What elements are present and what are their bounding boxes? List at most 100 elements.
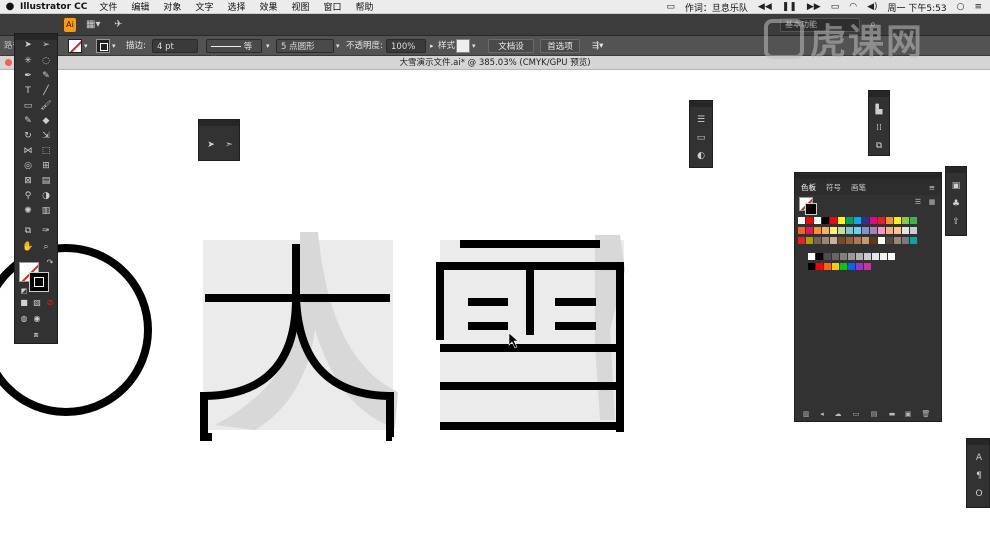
color-swatch[interactable]: [814, 217, 821, 224]
color-swatch[interactable]: [824, 263, 831, 270]
symbols-icon[interactable]: ♣: [949, 197, 963, 211]
floating-direct-select-icon[interactable]: ➣: [222, 138, 236, 152]
color-swatch[interactable]: [886, 237, 893, 244]
color-swatch[interactable]: [910, 237, 917, 244]
magic-wand-icon[interactable]: ✳: [21, 54, 35, 68]
color-swatch[interactable]: [814, 227, 821, 234]
color-swatch[interactable]: [902, 227, 909, 234]
tab-swatches[interactable]: 色板: [801, 182, 816, 193]
color-swatch[interactable]: [832, 253, 839, 260]
zoom-icon[interactable]: ⌕: [39, 240, 53, 254]
list-view-icon[interactable]: ☰: [913, 197, 923, 207]
paragraph-icon[interactable]: ¶: [972, 469, 986, 483]
selection-tool-icon[interactable]: ➤: [21, 38, 35, 52]
none-mode-icon[interactable]: ⊘: [43, 296, 57, 310]
screen-mode-icon[interactable]: ⧈: [29, 328, 43, 342]
stroke-color-box[interactable]: [29, 272, 49, 292]
color-swatch[interactable]: [808, 263, 815, 270]
mesh-icon[interactable]: ⊠: [21, 174, 35, 188]
blend-icon[interactable]: ◑: [39, 189, 53, 203]
color-swatch[interactable]: [894, 237, 901, 244]
scale-icon[interactable]: ⇲: [39, 129, 53, 143]
eraser-icon[interactable]: ◆: [39, 114, 53, 128]
free-transform-icon[interactable]: ⬚: [39, 144, 53, 158]
pathfinder-icon[interactable]: ⧉: [872, 139, 886, 153]
color-swatch[interactable]: [846, 237, 853, 244]
opentype-icon[interactable]: O: [972, 487, 986, 501]
color-swatch[interactable]: [880, 253, 887, 260]
color-swatch[interactable]: [870, 237, 877, 244]
curvature-icon[interactable]: ✎: [39, 69, 53, 83]
transform-icon[interactable]: ▙: [872, 103, 886, 117]
color-swatch[interactable]: [816, 253, 823, 260]
color-swatch[interactable]: [894, 227, 901, 234]
color-swatch[interactable]: [798, 217, 805, 224]
color-swatch[interactable]: [832, 263, 839, 270]
color-swatch[interactable]: [878, 227, 885, 234]
appearance-icon[interactable]: ◐: [694, 149, 708, 163]
rotate-icon[interactable]: ↻: [21, 129, 35, 143]
color-swatch[interactable]: [830, 227, 837, 234]
color-swatch[interactable]: [864, 263, 871, 270]
new-swatch-icon[interactable]: ▣: [903, 409, 913, 419]
color-swatch[interactable]: [830, 237, 837, 244]
panel-menu-icon[interactable]: ≡: [929, 183, 935, 192]
color-swatch[interactable]: [814, 237, 821, 244]
color-swatch[interactable]: [894, 217, 901, 224]
color-swatch[interactable]: [806, 237, 813, 244]
pen-icon[interactable]: ✒: [21, 69, 35, 83]
appearance-panel-grip[interactable]: [690, 101, 712, 107]
color-swatch[interactable]: [816, 263, 823, 270]
lasso-icon[interactable]: ◌: [39, 54, 53, 68]
swap-fill-stroke-icon[interactable]: ↷: [43, 256, 57, 270]
shape-builder-icon[interactable]: ◎: [21, 159, 35, 173]
hand-icon[interactable]: ✋: [21, 240, 35, 254]
color-swatch[interactable]: [798, 237, 805, 244]
color-mode-icon[interactable]: ■: [17, 296, 31, 310]
color-swatch[interactable]: [878, 217, 885, 224]
color-swatch[interactable]: [864, 253, 871, 260]
show-kinds-icon[interactable]: ◂: [817, 409, 827, 419]
shaper-icon[interactable]: ✎: [21, 114, 35, 128]
direct-selection-icon[interactable]: ➢: [39, 38, 53, 52]
color-swatch[interactable]: [854, 217, 861, 224]
edit-swatch-icon[interactable]: ▭: [851, 409, 861, 419]
image-trace-icon[interactable]: ▣: [949, 179, 963, 193]
color-swatch[interactable]: [848, 263, 855, 270]
slice-icon[interactable]: ✑: [39, 224, 53, 238]
grid-view-icon[interactable]: ▦: [927, 197, 937, 207]
color-swatch[interactable]: [856, 253, 863, 260]
color-swatch[interactable]: [872, 253, 879, 260]
draw-normal-icon[interactable]: ◍: [17, 312, 31, 326]
properties-icon[interactable]: ☰: [694, 113, 708, 127]
side-dock-grip[interactable]: [946, 167, 966, 173]
cloud-library-icon[interactable]: ☁: [833, 409, 843, 419]
color-swatch[interactable]: [910, 227, 917, 234]
type-dock-grip[interactable]: [967, 439, 989, 445]
tab-symbols[interactable]: 符号: [826, 182, 841, 193]
align-icon[interactable]: ⁞⁞: [872, 121, 886, 135]
gradient-icon[interactable]: ▤: [39, 174, 53, 188]
color-swatch[interactable]: [840, 263, 847, 270]
color-swatch[interactable]: [808, 253, 815, 260]
layers-icon[interactable]: ▭: [694, 131, 708, 145]
color-swatch[interactable]: [854, 227, 861, 234]
color-swatch[interactable]: [838, 227, 845, 234]
artboard-icon[interactable]: ⧉: [21, 224, 35, 238]
color-swatch[interactable]: [830, 217, 837, 224]
color-swatch[interactable]: [862, 217, 869, 224]
color-swatch[interactable]: [838, 237, 845, 244]
export-icon[interactable]: ⇪: [949, 215, 963, 229]
color-swatch[interactable]: [910, 217, 917, 224]
gradient-mode-icon[interactable]: ▧: [30, 296, 44, 310]
color-swatch[interactable]: [862, 227, 869, 234]
color-swatch[interactable]: [824, 253, 831, 260]
color-swatch[interactable]: [862, 237, 869, 244]
symbol-sprayer-icon[interactable]: ✺: [21, 204, 35, 218]
color-swatch[interactable]: [878, 237, 885, 244]
floating-panel-grip[interactable]: [199, 120, 239, 126]
brush-icon[interactable]: 🖌: [39, 99, 53, 113]
rectangle-icon[interactable]: ▭: [21, 99, 35, 113]
swatch-libraries-icon[interactable]: ▥: [801, 409, 811, 419]
color-swatch[interactable]: [902, 237, 909, 244]
